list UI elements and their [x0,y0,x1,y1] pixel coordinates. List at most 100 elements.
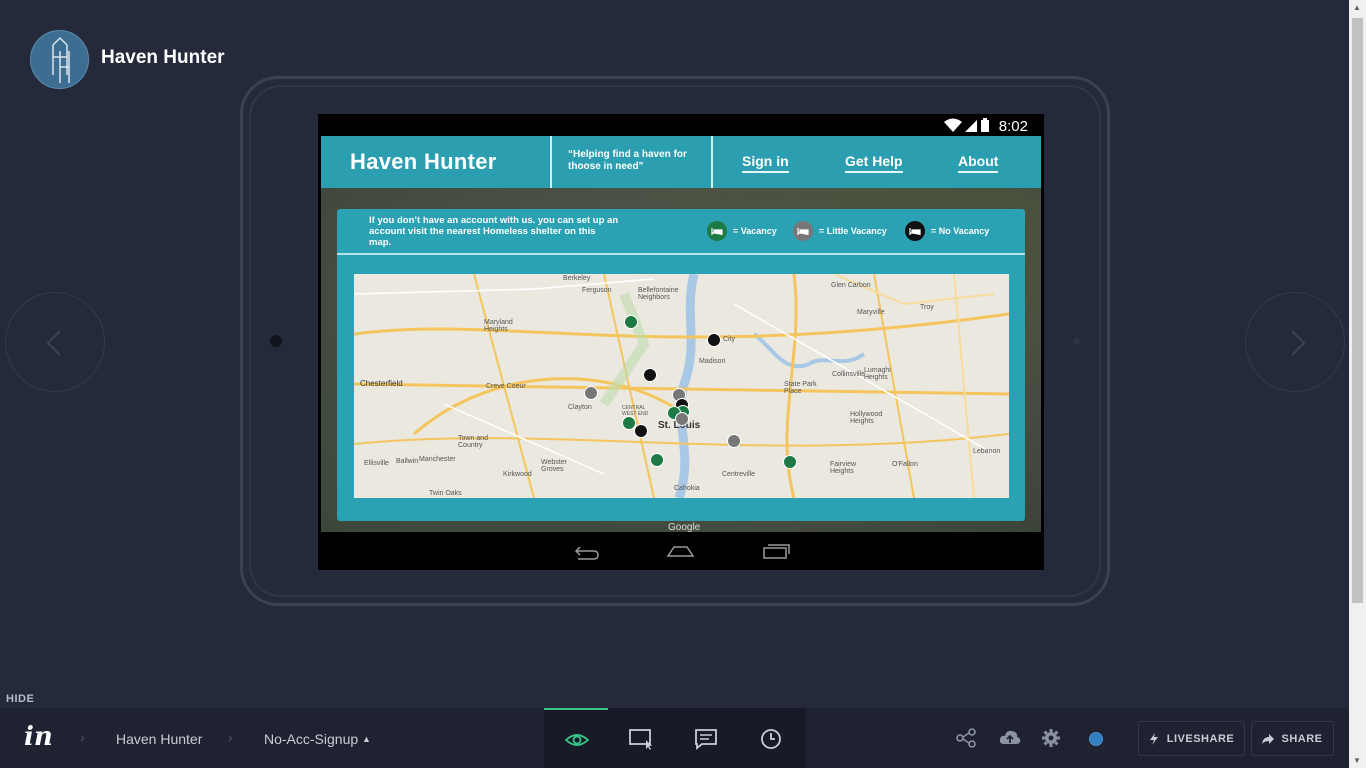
map-label: Clayton [568,404,592,411]
prototype-toolbar: in › Haven Hunter › No-Acc-Signup ▲ LIVE… [0,708,1349,768]
shelter-pin-no-vacancy[interactable] [634,424,648,438]
battery-icon [981,118,989,132]
chevron-right-icon: › [228,729,233,745]
shelter-map-panel: If you don’t have an account with us. yo… [337,209,1025,521]
app-header: Haven Hunter “Helping find a haven for t… [321,136,1041,188]
map-label: Webster Groves [541,459,567,473]
panel-divider [337,253,1025,255]
breadcrumb-project[interactable]: Haven Hunter [116,731,202,747]
scroll-up-icon[interactable]: ▲ [1353,3,1361,12]
home-icon[interactable] [666,546,695,557]
comment-mode-button[interactable] [673,708,737,768]
header-divider [550,136,552,188]
shelter-pin-little-vacancy[interactable] [727,434,741,448]
map-label: State Park Place [784,381,817,395]
previous-screen-button[interactable] [5,292,105,392]
mode-tabs [544,708,806,768]
map-label: Maryland Heights [484,319,513,333]
liveshare-button[interactable]: LIVESHARE [1138,721,1245,756]
map-label: Kirkwood [503,471,532,478]
status-icons [944,118,992,138]
bed-icon [793,221,813,241]
invision-logo-icon[interactable]: in [24,722,53,752]
header-divider [711,136,713,188]
map-label: Chesterfield [360,379,403,388]
wifi-icon [944,118,962,132]
legend-vacancy: = Vacancy [707,221,777,241]
recents-icon[interactable] [763,544,790,559]
map-label: O'Fallon [892,461,918,468]
history-icon [761,729,781,749]
android-nav-bar [318,532,1044,570]
hide-toolbar-button[interactable]: HIDE [6,693,34,705]
shelter-pin-little-vacancy[interactable] [584,386,598,400]
map-label: Hollywood Heights [850,411,883,425]
scroll-down-icon[interactable]: ▼ [1353,756,1361,765]
liveshare-label: LIVESHARE [1166,732,1235,745]
map-label: Collinsville [832,371,866,378]
inspect-mode-button[interactable] [608,708,672,768]
bed-icon [905,221,925,241]
shelter-pin-vacancy[interactable] [624,315,638,329]
sign-in-link[interactable]: Sign in [742,153,789,173]
shelter-pin-vacancy[interactable] [650,453,664,467]
map-label: Bellefontaine Neighbors [638,287,679,301]
comment-icon [695,729,717,750]
page-scrollbar[interactable]: ▲ ▼ [1349,0,1366,768]
map-label: Maryville [857,309,885,316]
map-label: Madison [699,358,726,365]
breadcrumb-screen[interactable]: No-Acc-Signup [264,731,358,747]
shelter-map[interactable]: Berkeley Ferguson Bellefontaine Neighbor… [354,274,1009,498]
device-screen: 8:02 Haven Hunter “Helping find a haven … [318,114,1044,570]
lightning-icon [1149,732,1158,745]
app-brand[interactable]: Haven Hunter [350,149,497,175]
share-label: SHARE [1281,732,1323,745]
map-label: Fairview Heights [830,461,857,475]
gear-icon[interactable] [1041,728,1061,748]
share-icon[interactable] [956,728,976,748]
app-view: Haven Hunter “Helping find a haven for t… [321,136,1041,533]
map-label: Creve Coeur [486,383,526,390]
account-note: If you don’t have an account with us. yo… [369,215,619,248]
scrollbar-thumb[interactable] [1352,18,1363,603]
legend-no-vacancy: = No Vacancy [905,221,989,241]
user-avatar[interactable] [1089,732,1103,746]
about-link[interactable]: About [958,153,999,173]
back-icon[interactable] [574,546,599,560]
eye-icon [565,734,589,746]
legend-little-vacancy: = Little Vacancy [793,221,887,241]
shelter-pin-vacancy[interactable] [783,455,797,469]
map-label: Twin Oaks [429,490,462,497]
map-label: Manchester [419,456,456,463]
map-label: Glen Carbon [831,282,871,289]
preview-mode-button[interactable] [544,708,608,768]
shelter-pin-no-vacancy[interactable] [643,368,657,382]
share-button[interactable]: SHARE [1251,721,1334,756]
next-screen-button[interactable] [1245,292,1345,392]
map-label: Berkeley [563,275,591,282]
legend-vacancy-label: = Vacancy [733,226,777,236]
status-time: 8:02 [998,118,1028,135]
map-label: Troy [920,304,934,311]
get-help-link[interactable]: Get Help [845,153,903,173]
app-tagline: “Helping find a haven for thoose in need… [568,149,687,172]
signal-icon [965,120,977,132]
tablet-sensor [1073,338,1080,345]
haven-hunter-logo-icon [52,36,70,83]
shelter-pin-no-vacancy[interactable] [707,333,721,347]
android-status-bar: 8:02 [318,114,1044,136]
map-label: Ellisville [364,460,389,467]
history-mode-button[interactable] [738,708,802,768]
shelter-pin-little-vacancy[interactable] [675,412,689,426]
legend-little-vacancy-label: = Little Vacancy [819,226,887,236]
map-label: Ferguson [582,287,612,294]
map-label: Cahokia [674,485,700,492]
chevron-right-icon: › [80,729,85,745]
caret-up-icon[interactable]: ▲ [362,734,371,744]
tablet-camera [270,335,282,347]
cloud-upload-icon[interactable] [999,728,1021,748]
project-logo[interactable] [30,30,89,89]
chevron-right-icon [1291,330,1306,356]
map-label: Ballwin [396,458,419,465]
bed-icon [707,221,727,241]
